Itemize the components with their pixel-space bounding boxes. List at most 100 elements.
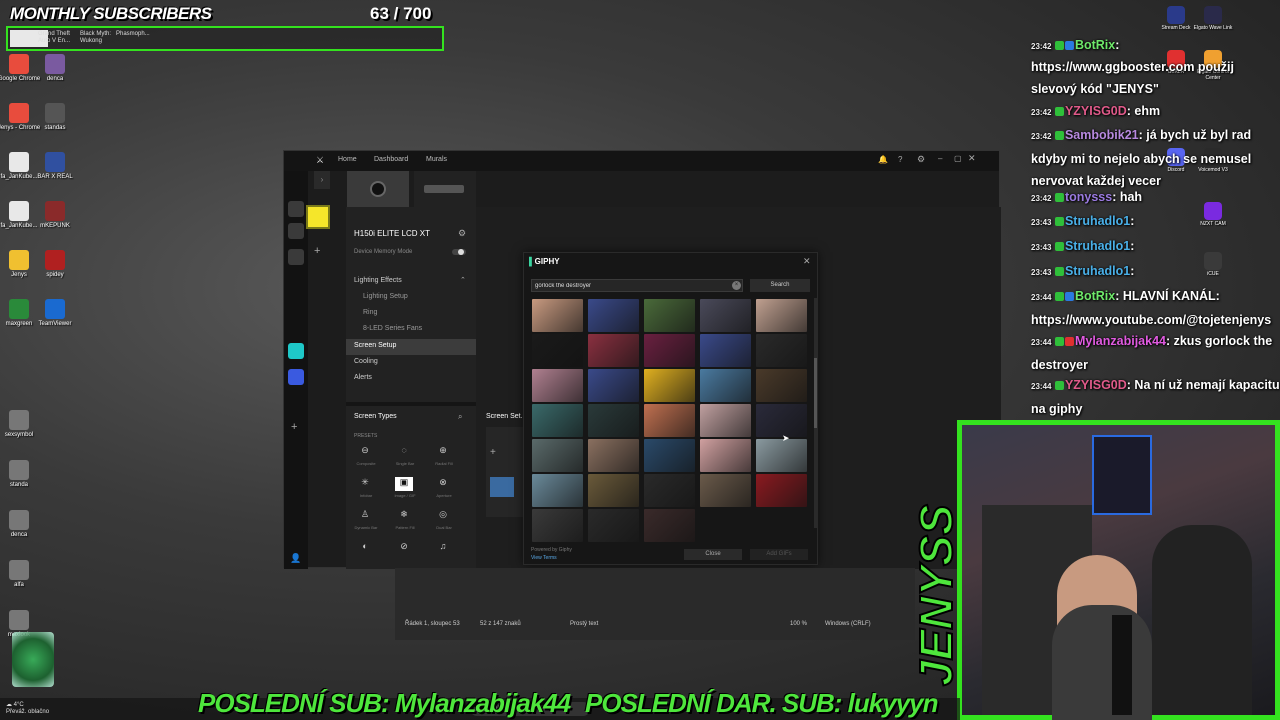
screen-thumbnail[interactable]	[490, 477, 514, 497]
add-preset-icon[interactable]: +	[314, 245, 320, 257]
gif-thumbnail[interactable]	[588, 369, 639, 402]
gif-thumbnail[interactable]	[644, 334, 695, 367]
gif-thumbnail[interactable]	[644, 439, 695, 472]
side-item-cooling[interactable]: Cooling	[354, 358, 378, 365]
desktop-icon[interactable]: denca	[0, 510, 41, 539]
gif-thumbnail[interactable]	[700, 439, 751, 472]
side-item-alerts[interactable]: Alerts	[354, 374, 372, 381]
view-terms-link[interactable]: View Terms	[531, 555, 557, 561]
desktop-icon[interactable]: BAR X REAL	[33, 152, 77, 181]
gif-thumbnail[interactable]	[644, 369, 695, 402]
clear-search-icon[interactable]: ×	[732, 281, 741, 290]
side-item-ring[interactable]: Ring	[363, 309, 377, 316]
expand-arrow-icon[interactable]: ›	[314, 171, 330, 189]
maximize-icon[interactable]: ▢	[954, 154, 962, 163]
gif-thumbnail[interactable]	[756, 334, 807, 367]
device-tab-radiator[interactable]	[414, 171, 476, 207]
gif-thumbnail[interactable]	[644, 474, 695, 507]
preset-11-icon[interactable]: ♫	[434, 541, 452, 555]
add-gifs-button[interactable]: Add GIFs	[750, 549, 808, 560]
preset-4-icon[interactable]: ▣	[395, 477, 413, 491]
gif-scrollbar-thumb[interactable]	[814, 358, 817, 428]
gif-thumbnail[interactable]	[532, 404, 583, 437]
help-icon[interactable]: ?	[898, 155, 902, 164]
gif-thumbnail[interactable]	[532, 299, 583, 332]
gif-thumbnail[interactable]	[588, 404, 639, 437]
device-rail-item[interactable]	[288, 223, 304, 239]
gif-thumbnail[interactable]	[588, 509, 639, 542]
desktop-icon[interactable]: spidey	[33, 250, 77, 279]
device-rail-item[interactable]	[288, 201, 304, 217]
gif-thumbnail[interactable]	[588, 439, 639, 472]
preset-2-icon[interactable]: ⊕	[434, 445, 452, 459]
desktop-icon[interactable]: denca	[33, 54, 77, 83]
gif-thumbnail[interactable]	[756, 299, 807, 332]
gif-thumbnail[interactable]	[700, 404, 751, 437]
gif-thumbnail[interactable]	[532, 509, 583, 542]
preset-6-icon[interactable]: ♙	[356, 509, 374, 523]
gif-thumbnail[interactable]	[700, 474, 751, 507]
giphy-search-button[interactable]: Search	[750, 279, 810, 292]
dock-icon[interactable]: Stream Deck	[1156, 6, 1196, 31]
dialog-close-icon[interactable]: ✕	[803, 256, 811, 267]
search-icon[interactable]: ⌕	[458, 412, 462, 422]
desktop-icon[interactable]: standas	[33, 103, 77, 132]
gif-thumbnail[interactable]	[588, 299, 639, 332]
gif-thumbnail[interactable]	[756, 474, 807, 507]
notification-bell-icon[interactable]: 🔔	[878, 155, 888, 164]
gif-thumbnail[interactable]	[588, 334, 639, 367]
dock-icon[interactable]: Elgato Wave Link	[1193, 6, 1233, 31]
side-item-lighting-setup[interactable]: Lighting Setup	[363, 293, 408, 300]
gif-thumbnail[interactable]	[532, 369, 583, 402]
preset-0-icon[interactable]: ⊖	[356, 445, 374, 459]
chevron-up-icon[interactable]: ⌃	[460, 276, 466, 284]
side-item-fans[interactable]: 8-LED Series Fans	[363, 325, 422, 332]
device-tab-pump[interactable]	[347, 171, 409, 207]
desktop-icon[interactable]: standa	[0, 460, 41, 489]
preset-5-icon[interactable]: ⊗	[434, 477, 452, 491]
close-icon[interactable]: ✕	[968, 153, 976, 164]
weather-widget[interactable]: ☁ 4°C Převáž. oblačno	[6, 702, 49, 716]
screen-setup-tab[interactable]: Screen Set...	[486, 413, 526, 420]
side-item-screen-setup[interactable]: Screen Setup	[354, 342, 396, 349]
preset-8-icon[interactable]: ◎	[434, 509, 452, 523]
gif-thumbnail[interactable]	[756, 369, 807, 402]
gif-thumbnail[interactable]	[700, 334, 751, 367]
recycle-bin-icon[interactable]	[12, 632, 54, 687]
preset-1-icon[interactable]: ◌	[395, 445, 413, 459]
desktop-icon[interactable]: alfa	[0, 560, 41, 589]
gif-thumbnail[interactable]	[532, 474, 583, 507]
preset-3-icon[interactable]: ✳	[356, 477, 374, 491]
device-memory-mode-toggle[interactable]	[452, 249, 466, 255]
settings-gear-icon[interactable]: ⚙	[917, 154, 925, 165]
preset-7-icon[interactable]: ❄	[395, 509, 413, 523]
gif-thumbnail[interactable]	[700, 369, 751, 402]
nav-dashboard[interactable]: Dashboard	[374, 156, 408, 163]
gif-thumbnail[interactable]	[532, 334, 583, 367]
giphy-search-input[interactable]	[531, 279, 743, 292]
gif-scrollbar[interactable]	[814, 298, 817, 528]
lighting-preset-swatch[interactable]	[306, 205, 330, 229]
gif-thumbnail[interactable]	[588, 474, 639, 507]
gif-thumbnail[interactable]	[700, 299, 751, 332]
device-rail-item-active[interactable]	[288, 343, 304, 359]
desktop-icon[interactable]: mKEPUNK	[33, 201, 77, 230]
side-item-lighting-effects[interactable]: Lighting Effects	[354, 277, 402, 284]
close-button[interactable]: Close	[684, 549, 742, 560]
device-settings-gear-icon[interactable]: ⚙	[458, 228, 466, 239]
nav-murals[interactable]: Murals	[426, 156, 447, 163]
preset-10-icon[interactable]: ⊘	[395, 541, 413, 555]
desktop-icon[interactable]: TeamViewer	[33, 299, 77, 328]
device-rail-item[interactable]	[288, 369, 304, 385]
add-screen-icon[interactable]: +	[490, 447, 496, 458]
nav-home[interactable]: Home	[338, 156, 357, 163]
desktop-icon[interactable]: sexsymbol	[0, 410, 41, 439]
gif-thumbnail[interactable]	[644, 404, 695, 437]
add-icon[interactable]: +	[291, 421, 297, 433]
gif-thumbnail[interactable]	[644, 509, 695, 542]
device-rail-item[interactable]	[288, 249, 304, 265]
gif-thumbnail[interactable]	[644, 299, 695, 332]
minimize-icon[interactable]: –	[938, 154, 942, 163]
gif-thumbnail[interactable]	[532, 439, 583, 472]
user-icon[interactable]: 👤	[290, 553, 301, 564]
